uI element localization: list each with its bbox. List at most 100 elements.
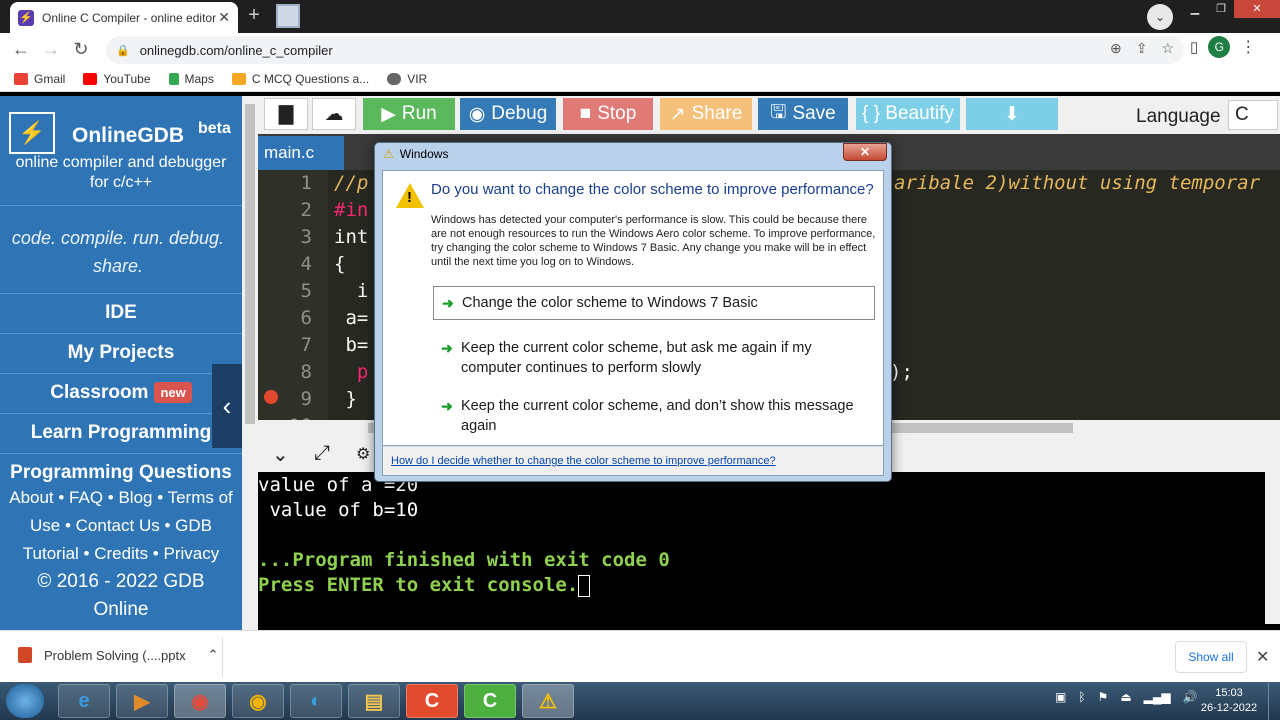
bookmark-label: C MCQ Questions a... bbox=[251, 71, 370, 86]
brand-header[interactable]: ⚡ OnlineGDB beta online compiler and deb… bbox=[0, 96, 242, 206]
lock-icon[interactable]: 🔒 bbox=[116, 44, 130, 57]
option-keep-ask-again[interactable]: ➜ Keep the current color scheme, but ask … bbox=[433, 332, 875, 384]
sidebar-item-ide[interactable]: IDE bbox=[0, 294, 242, 334]
file-explorer-icon[interactable]: ▤ bbox=[348, 684, 400, 718]
save-icon: 🖫 bbox=[770, 102, 787, 123]
download-item[interactable]: Problem Solving (....pptx ⌃ bbox=[18, 647, 219, 663]
share-icon: ↗ bbox=[669, 103, 686, 125]
sidebar-item-classroom[interactable]: Classroom new bbox=[0, 374, 242, 414]
minimize-button[interactable]: ▁ bbox=[1182, 0, 1208, 18]
bookmark-c-mcq[interactable]: C MCQ Questions a... bbox=[231, 71, 370, 86]
collapse-sidebar-chevron-icon[interactable]: ‹ bbox=[212, 364, 242, 448]
profile-avatar[interactable]: G bbox=[1208, 36, 1231, 58]
divider bbox=[222, 637, 223, 677]
footer-links-line[interactable]: Use • Contact Us • GDB bbox=[0, 512, 242, 540]
chrome-alt-icon[interactable]: ◉ bbox=[232, 684, 284, 718]
new-file-icon[interactable]: ▇ bbox=[264, 98, 308, 130]
motto: code. compile. run. debug. share. bbox=[0, 206, 242, 294]
sidebar-scrollbar[interactable] bbox=[242, 96, 258, 630]
chrome-icon[interactable]: ◉ bbox=[174, 684, 226, 718]
tab-thumbnail[interactable] bbox=[276, 4, 300, 28]
run-label: Run bbox=[401, 103, 437, 124]
c-app-orange-icon[interactable]: C bbox=[406, 684, 458, 718]
media-player-icon[interactable]: ▶ bbox=[116, 684, 168, 718]
footer-links-line[interactable]: Tutorial • Credits • Privacy bbox=[0, 540, 242, 568]
breakpoint-marker[interactable] bbox=[264, 390, 278, 404]
code-line: #in bbox=[334, 199, 369, 221]
edge-icon[interactable]: ◐ bbox=[290, 684, 342, 718]
language-select[interactable]: C bbox=[1228, 100, 1278, 130]
chevron-up-icon[interactable]: ⌃ bbox=[208, 647, 219, 663]
window-controls: ▁ ❐ ✕ bbox=[1182, 0, 1280, 20]
arrow-right-icon: ➜ bbox=[441, 398, 453, 414]
action-center-icon[interactable]: ⚑ bbox=[1098, 690, 1109, 704]
option-change-scheme[interactable]: ➜ Change the color scheme to Windows 7 Ba… bbox=[433, 286, 875, 320]
show-desktop-button[interactable] bbox=[1268, 682, 1280, 720]
sidebar-item-learn-programming[interactable]: Learn Programming bbox=[0, 414, 242, 454]
upload-icon[interactable]: ☁ bbox=[312, 98, 356, 130]
share-button[interactable]: ↗ Share bbox=[660, 98, 752, 130]
forward-icon[interactable]: → bbox=[36, 39, 66, 60]
console-scrollbar[interactable] bbox=[1265, 472, 1280, 624]
new-tab-button[interactable]: + bbox=[244, 5, 264, 26]
reload-icon[interactable]: ↻ bbox=[66, 39, 96, 60]
warning-task-icon[interactable]: ⚠ bbox=[522, 684, 574, 718]
clock[interactable]: 15:03 26-12-2022 bbox=[1200, 686, 1258, 716]
volume-icon[interactable]: 🔊 bbox=[1183, 690, 1198, 704]
internet-explorer-icon[interactable]: e bbox=[58, 684, 110, 718]
run-button[interactable]: ▶ Run bbox=[363, 98, 455, 130]
signal-icon[interactable]: ▂▄▆ bbox=[1144, 690, 1171, 704]
browser-tab-strip: ⚡ Online C Compiler - online editor ✕ + … bbox=[0, 0, 1280, 33]
close-window-button[interactable]: ✕ bbox=[1234, 0, 1280, 18]
address-bar[interactable]: 🔒 onlinegdb.com/online_c_compiler ⊕ ⇪ ☆ bbox=[106, 36, 1184, 64]
bookmark-star-icon[interactable]: ☆ bbox=[1161, 40, 1174, 57]
motto-line: code. compile. run. debug. bbox=[11, 228, 225, 248]
bookmark-youtube[interactable]: YouTube bbox=[83, 72, 151, 86]
help-link[interactable]: How do I decide whether to change the co… bbox=[391, 455, 776, 467]
expand-icon[interactable]: ⤢ bbox=[314, 442, 330, 465]
show-all-button[interactable]: Show all bbox=[1175, 641, 1247, 673]
c-app-green-icon[interactable]: C bbox=[464, 684, 516, 718]
tagline: for c/c++ bbox=[89, 174, 153, 191]
stop-button[interactable]: ■ Stop bbox=[563, 98, 653, 130]
start-button[interactable] bbox=[6, 684, 44, 718]
collapse-console-chevron-icon[interactable]: ⌄ bbox=[272, 442, 289, 467]
option-keep-dont-show[interactable]: ➜ Keep the current color scheme, and don’… bbox=[433, 390, 875, 442]
beautify-button[interactable]: { } Beautify bbox=[856, 98, 960, 130]
back-icon[interactable]: ← bbox=[6, 39, 36, 60]
console-settings-icon[interactable]: ⚙ bbox=[356, 444, 370, 464]
restore-button[interactable]: ❐ bbox=[1208, 0, 1234, 18]
bluetooth-icon[interactable]: ᛒ bbox=[1078, 690, 1085, 704]
close-download-bar-icon[interactable]: ✕ bbox=[1256, 647, 1269, 667]
code-line: b= bbox=[334, 334, 369, 356]
tab-search-icon[interactable]: ⌄ bbox=[1147, 4, 1173, 30]
close-tab-icon[interactable]: ✕ bbox=[218, 9, 230, 26]
usb-icon[interactable]: ⏏ bbox=[1120, 690, 1131, 704]
code-line: { bbox=[334, 253, 346, 275]
footer-links-line[interactable]: About • FAQ • Blog • Terms of bbox=[0, 484, 242, 512]
debug-label: Debug bbox=[491, 103, 548, 124]
play-icon: ▶ bbox=[381, 103, 396, 125]
network-icon[interactable]: ▣ bbox=[1055, 690, 1066, 704]
share-label: Share bbox=[691, 103, 743, 124]
download-icon[interactable]: ⬇ bbox=[966, 98, 1058, 130]
bookmark-vir[interactable]: VIR bbox=[387, 72, 427, 86]
debug-button[interactable]: ◉ Debug bbox=[460, 98, 556, 130]
save-label: Save bbox=[792, 103, 836, 124]
url-text: onlinegdb.com/online_c_compiler bbox=[139, 42, 333, 58]
menu-icon[interactable]: ⋮ bbox=[1240, 37, 1256, 57]
save-button[interactable]: 🖫 Save bbox=[758, 98, 848, 130]
dialog-close-button[interactable]: ✕ bbox=[843, 143, 887, 161]
line-number: 4 bbox=[300, 253, 312, 275]
side-panel-icon[interactable]: ▯ bbox=[1190, 38, 1198, 56]
share-icon[interactable]: ⇪ bbox=[1136, 40, 1148, 57]
console-output[interactable]: value of a =20 value of b=10 ...Program … bbox=[258, 472, 1265, 624]
sidebar-item-my-projects[interactable]: My Projects bbox=[0, 334, 242, 374]
zoom-icon[interactable]: ⊕ bbox=[1110, 40, 1122, 57]
bookmark-maps[interactable]: Maps bbox=[168, 72, 214, 86]
file-tab-main-c[interactable]: main.c bbox=[258, 136, 344, 170]
bookmark-gmail[interactable]: Gmail bbox=[14, 72, 65, 86]
browser-tab[interactable]: ⚡ Online C Compiler - online editor ✕ bbox=[10, 2, 238, 33]
dialog-question: Do you want to change the color scheme t… bbox=[431, 181, 874, 198]
youtube-icon bbox=[83, 72, 98, 85]
